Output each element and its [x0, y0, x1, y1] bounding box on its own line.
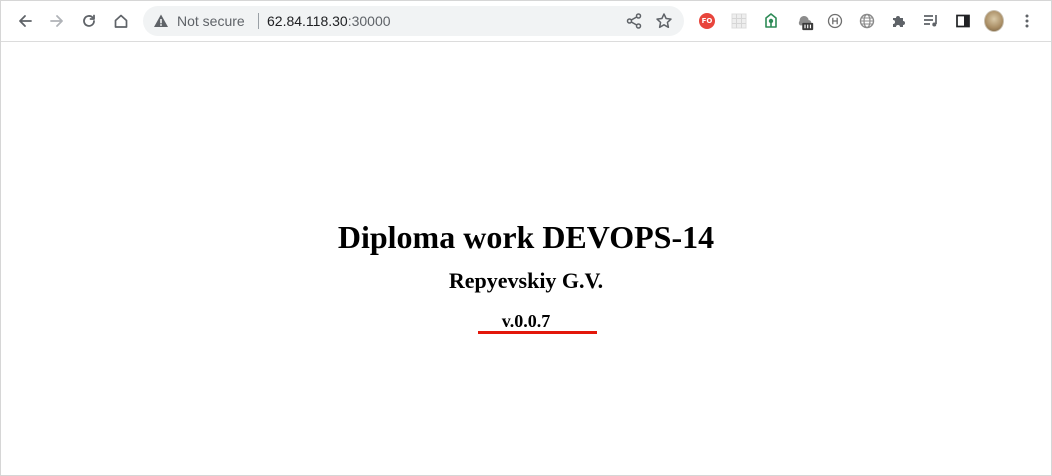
extension-fo[interactable]: FO: [697, 11, 717, 31]
browser-window: Not secure 62.84.118.30:30000 FO Diploma…: [0, 0, 1052, 476]
profile-button[interactable]: [984, 10, 1004, 32]
puzzle-icon: [893, 16, 905, 27]
media-control-button[interactable]: [921, 11, 941, 31]
page-content: Diploma work DEVOPS-14 Repyevskiy G.V. v…: [1, 42, 1051, 475]
music-queue-icon: [924, 15, 937, 27]
url-port: :30000: [347, 13, 391, 29]
address-bar[interactable]: Not secure 62.84.118.30:30000: [143, 6, 684, 36]
forward-button[interactable]: [43, 7, 71, 35]
arrow-right-icon: [50, 15, 63, 27]
browser-toolbar: Not secure 62.84.118.30:30000 FO: [1, 1, 1051, 42]
reload-button[interactable]: [75, 7, 103, 35]
version-underline: [478, 331, 597, 334]
side-panel-icon: [956, 14, 970, 28]
extensions-button[interactable]: [889, 11, 909, 31]
url-host: 62.84.118.30: [267, 13, 348, 29]
globe-icon: [859, 13, 875, 29]
fo-badge-icon: FO: [699, 13, 715, 29]
home-icon: [114, 14, 128, 28]
extension-cloud[interactable]: [795, 11, 815, 31]
bookmark-star-icon[interactable]: [655, 12, 673, 30]
side-panel-button[interactable]: [953, 11, 973, 31]
arrow-left-icon: [19, 15, 32, 27]
author-name: Repyevskiy G.V.: [448, 268, 604, 293]
extension-globe[interactable]: [857, 11, 877, 31]
avatar: [984, 10, 1004, 32]
version-label: v.0.0.7: [501, 311, 551, 331]
url-text[interactable]: 62.84.118.30:30000: [267, 6, 391, 36]
green-link-icon: [765, 13, 777, 28]
reload-icon: [83, 14, 95, 27]
more-vertical-icon: [1025, 14, 1029, 28]
h-circle-icon: [827, 13, 843, 29]
browser-menu-button[interactable]: [1017, 11, 1037, 31]
warning-icon[interactable]: [153, 13, 169, 29]
home-button[interactable]: [107, 7, 135, 35]
extension-green[interactable]: [761, 11, 781, 31]
grid-icon: [731, 13, 747, 29]
cloud-icon: [798, 15, 814, 31]
back-button[interactable]: [11, 7, 39, 35]
omnibox-separator: [258, 13, 259, 29]
extension-h[interactable]: [825, 11, 845, 31]
page-title: Diploma work DEVOPS-14: [337, 219, 715, 255]
share-icon[interactable]: [625, 12, 643, 30]
extension-grid[interactable]: [729, 11, 749, 31]
security-status-label[interactable]: Not secure: [177, 6, 245, 36]
